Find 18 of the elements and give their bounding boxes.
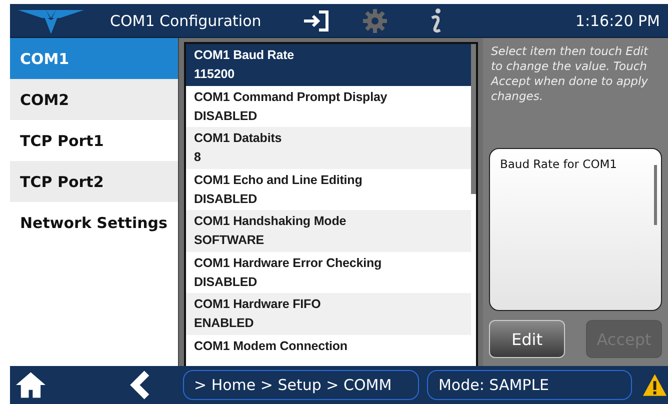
description-text: Baud Rate for COM1 <box>500 157 618 173</box>
sidebar-item[interactable]: TCP Port2 <box>10 161 178 202</box>
setting-row[interactable]: COM1 Handshaking Mode SOFTWARE <box>186 210 471 252</box>
setting-row[interactable]: COM1 Hardware FIFO ENABLED <box>186 293 471 334</box>
info-icon[interactable] <box>428 8 444 34</box>
help-text: Select item then touch Edit to change the value. Touch Accept when done to apply changes. <box>490 44 650 104</box>
exit-icon[interactable] <box>302 10 330 32</box>
sidebar-item[interactable]: COM2 <box>10 79 178 120</box>
edit-button[interactable]: Edit <box>489 320 565 358</box>
setting-row[interactable]: COM1 Databits 8 <box>186 127 471 168</box>
home-icon[interactable] <box>14 370 48 400</box>
screen-title: COM1 Configuration <box>110 12 262 30</box>
mode-indicator: Mode: SAMPLE <box>427 370 632 400</box>
clock-time: 1:16:20 PM <box>575 12 660 30</box>
warning-icon[interactable] <box>642 372 668 398</box>
sidebar-item[interactable]: COM1 <box>10 38 178 79</box>
breadcrumb[interactable]: > Home > Setup > COMM <box>183 370 420 400</box>
setting-row[interactable]: COM1 Baud Rate 115200 <box>186 44 471 86</box>
